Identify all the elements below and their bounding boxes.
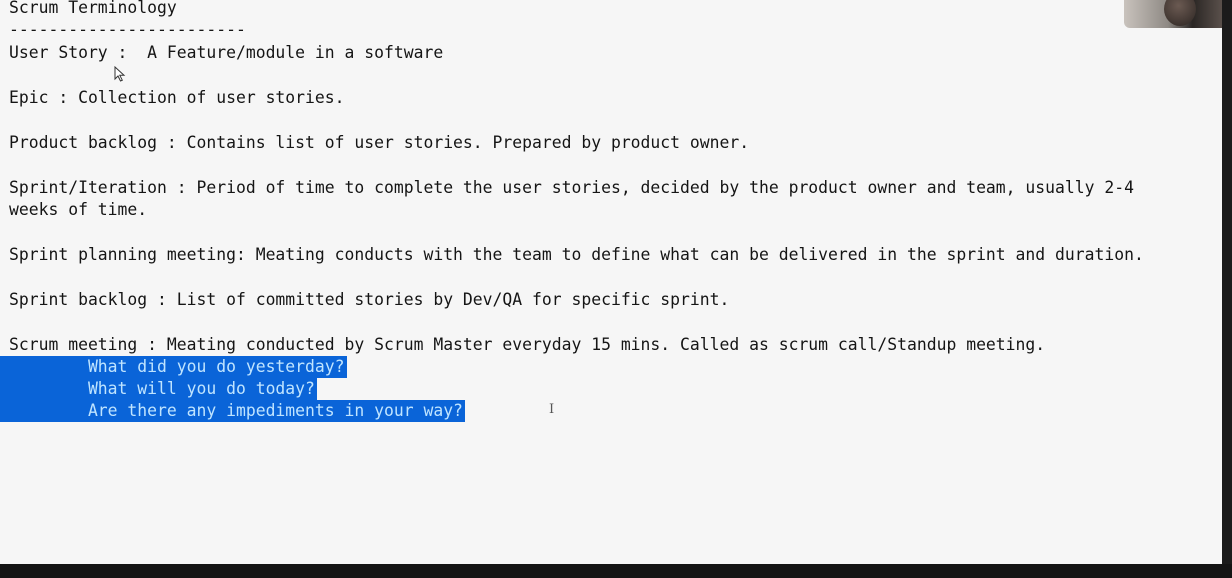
scrollbar[interactable] — [1222, 0, 1232, 564]
line-epic: Epic : Collection of user stories. — [9, 88, 345, 107]
webcam-overlay — [1124, 0, 1222, 28]
title-underline: ------------------------ — [9, 20, 246, 39]
line-sprint-backlog: Sprint backlog : List of committed stori… — [9, 290, 730, 309]
line-sprint-iteration: Sprint/Iteration : Period of time to com… — [9, 178, 1134, 197]
line-user-story: User Story : A Feature/module in a softw… — [9, 43, 444, 62]
presenter-avatar — [1164, 0, 1196, 26]
selected-line-today[interactable]: What will you do today? — [0, 378, 317, 400]
arrow-cursor-icon — [114, 66, 126, 82]
text-editor[interactable]: Scrum Terminology ----------------------… — [0, 0, 1222, 564]
selected-line-yesterday[interactable]: What did you do yesterday? — [0, 356, 347, 378]
line-scrum-meeting: Scrum meeting : Meating conducted by Scr… — [9, 335, 1046, 354]
i-beam-cursor-icon: I — [549, 402, 555, 417]
line-product-backlog: Product backlog : Contains list of user … — [9, 133, 750, 152]
line-sprint-iteration-cont: weeks of time. — [9, 200, 148, 219]
selected-line-impediments[interactable]: Are there any impediments in your way? — [0, 400, 465, 422]
line-sprint-planning: Sprint planning meeting: Meating conduct… — [9, 245, 1144, 264]
doc-title: Scrum Terminology — [9, 0, 177, 17]
bottom-bar — [0, 564, 1232, 578]
